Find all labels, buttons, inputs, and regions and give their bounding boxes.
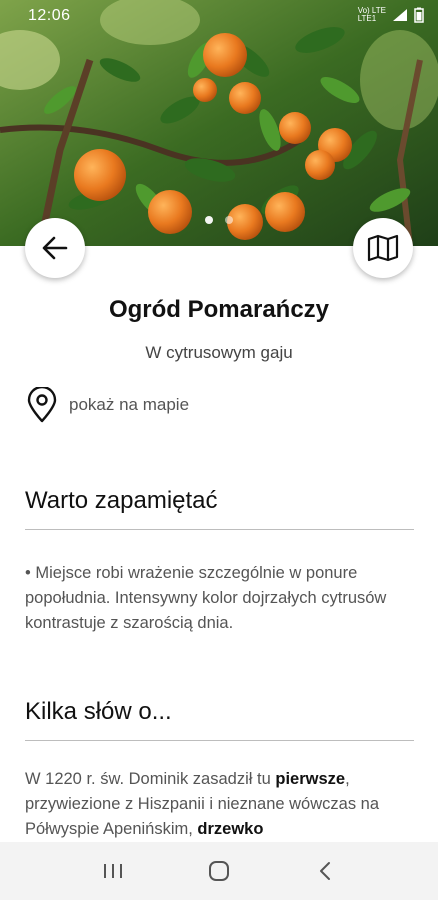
divider xyxy=(25,529,414,530)
divider xyxy=(25,740,414,741)
orange-tree-photo xyxy=(0,0,438,246)
home-button[interactable] xyxy=(189,851,249,891)
home-icon xyxy=(209,861,229,881)
chevron-left-icon xyxy=(320,862,330,880)
show-on-map-link[interactable]: pokaż na mapie xyxy=(25,387,189,423)
nav-back-button[interactable] xyxy=(295,851,355,891)
remember-text: • Miejsce robi wrażenie szczególnie w po… xyxy=(25,564,387,632)
map-button[interactable] xyxy=(353,218,413,278)
battery-icon xyxy=(414,7,424,23)
screen: 12:06 Vo) LTE LTE1 Ogród Pomarańczy W cy… xyxy=(0,0,438,900)
hero-image[interactable]: 12:06 Vo) LTE LTE1 xyxy=(0,0,438,246)
arrow-left-icon xyxy=(42,236,68,260)
section-heading-remember: Warto zapamiętać xyxy=(25,487,218,514)
back-button[interactable] xyxy=(25,218,85,278)
status-icons: Vo) LTE LTE1 xyxy=(358,7,424,23)
about-text: W 1220 r. św. Dominik zasadził tu pierws… xyxy=(25,770,380,838)
show-on-map-label: pokaż na mapie xyxy=(69,395,190,414)
status-time: 12:06 xyxy=(28,7,71,24)
location-pin-icon xyxy=(27,387,57,423)
recent-apps-icon xyxy=(104,864,122,878)
section-heading-about: Kilka słów o... xyxy=(25,698,172,725)
pager-dot[interactable] xyxy=(205,216,213,224)
system-nav-bar xyxy=(0,842,438,900)
signal-icon xyxy=(393,9,407,21)
place-subtitle: W cytrusowym gaju xyxy=(145,343,293,362)
place-title: Ogród Pomarańczy xyxy=(108,296,330,323)
pager-dot[interactable] xyxy=(225,216,233,224)
recent-apps-button[interactable] xyxy=(83,851,143,891)
network-indicator: Vo) LTE LTE1 xyxy=(357,6,386,23)
status-bar: 12:06 Vo) LTE LTE1 xyxy=(0,0,438,34)
folded-map-icon xyxy=(367,234,399,262)
